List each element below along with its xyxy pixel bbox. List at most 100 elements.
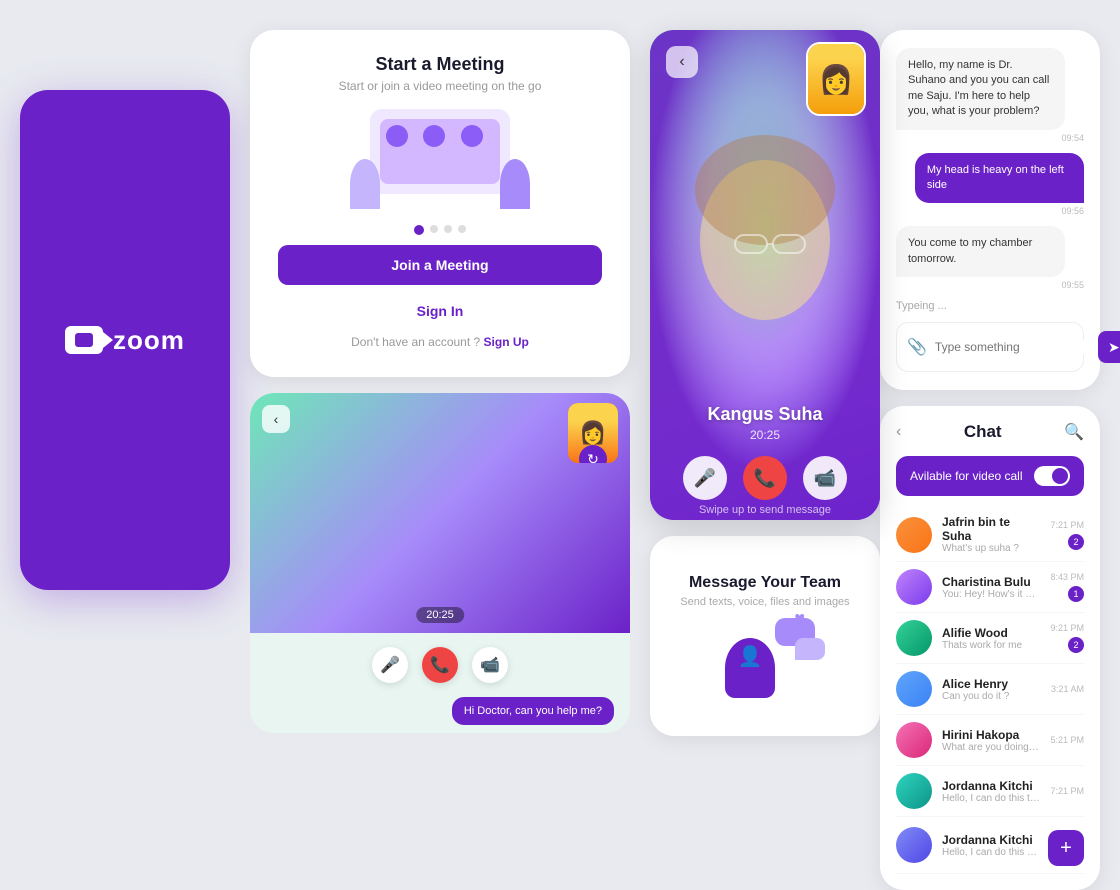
vc-end-call-btn[interactable]: 📞 bbox=[422, 647, 458, 683]
video-big-panel: ‹ 👩 Kangus Suha 20:25 🎤 📞 📹 Swipe up to … bbox=[650, 30, 880, 520]
signup-link[interactable]: Sign Up bbox=[484, 335, 529, 349]
chat-search-icon[interactable]: 🔍 bbox=[1064, 422, 1084, 442]
chat-recv-row-1: Hello, my name is Dr. Suhano and you you… bbox=[896, 48, 1084, 143]
contact-info-5: Hirini Hakopa What are you doing now ? bbox=[942, 728, 1040, 753]
contact-preview-3: Thats work for me bbox=[942, 640, 1040, 651]
video-avatar-face: 👩 bbox=[808, 44, 864, 114]
video-back-btn[interactable]: ‹ bbox=[666, 46, 698, 78]
chat-bubble-recv-1: Hello, my name is Dr. Suhano and you you… bbox=[896, 48, 1065, 130]
chat-input-row: 📎 ➤ bbox=[896, 322, 1084, 372]
meeting-illus-inner bbox=[380, 119, 500, 184]
unread-badge-3: 2 bbox=[1068, 637, 1084, 653]
v-ctrl-mute[interactable]: 🎤 bbox=[683, 456, 727, 500]
contact-preview-1: What's up suha ? bbox=[942, 543, 1040, 554]
chat-bubble-recv-2: You come to my chamber tomorrow. bbox=[896, 226, 1065, 277]
vc-timer-small: 20:25 bbox=[416, 607, 464, 623]
chat-list-title: Chat bbox=[964, 422, 1002, 442]
avatar-img-6 bbox=[896, 773, 932, 809]
chat-recv-row-2: You come to my chamber tomorrow. 09:55 bbox=[896, 226, 1084, 290]
contact-meta-2: 8:43 PM 1 bbox=[1050, 572, 1084, 602]
avatar-img-7 bbox=[896, 827, 932, 863]
msg-sent-1: Hi Doctor, can you help me? bbox=[452, 697, 614, 725]
contact-preview-2: You: Hey! How's it going ? bbox=[942, 589, 1040, 600]
contact-preview-5: What are you doing now ? bbox=[942, 742, 1040, 753]
video-avatar: 👩 bbox=[806, 42, 866, 116]
meeting-title: Start a Meeting bbox=[278, 54, 602, 75]
zoom-camera-icon bbox=[65, 326, 103, 354]
message-team-title: Message Your Team bbox=[689, 574, 841, 592]
contact-meta-1: 7:21 PM 2 bbox=[1050, 520, 1084, 550]
zoom-logo-text: zoom bbox=[113, 325, 185, 356]
message-illustration: ♥ 👤 bbox=[715, 618, 815, 698]
message-team-subtitle: Send texts, voice, files and images bbox=[680, 596, 849, 608]
contact-item-2[interactable]: Charistina Bulu You: Hey! How's it going… bbox=[896, 562, 1084, 613]
unread-badge-1: 2 bbox=[1068, 534, 1084, 550]
toggle-switch[interactable] bbox=[1034, 466, 1070, 486]
illus-person-right bbox=[500, 159, 530, 209]
contact-avatar-4 bbox=[896, 671, 932, 707]
chat-small: Hi Doctor, can you help me? Hello, my na… bbox=[250, 697, 630, 733]
avatar-img-2 bbox=[896, 569, 932, 605]
vc-mute-btn[interactable]: 🎤 bbox=[372, 647, 408, 683]
contact-avatar-6 bbox=[896, 773, 932, 809]
contact-preview-4: Can you do it ? bbox=[942, 691, 1041, 702]
video-bg-small: ‹ 👩 ↻ 20:25 bbox=[250, 393, 630, 633]
contact-item-4[interactable]: Alice Henry Can you do it ? 3:21 AM bbox=[896, 664, 1084, 715]
dot-4[interactable] bbox=[458, 225, 466, 233]
illus-face-3 bbox=[461, 125, 483, 147]
meeting-illustration bbox=[350, 109, 530, 209]
contact-item-1[interactable]: Jafrin bin te Suha What's up suha ? 7:21… bbox=[896, 508, 1084, 562]
illus-person-left bbox=[350, 159, 380, 209]
chat-input[interactable] bbox=[935, 340, 1090, 354]
contact-item-3[interactable]: Alifie Wood Thats work for me 9:21 PM 2 bbox=[896, 613, 1084, 664]
sign-in-button[interactable]: Sign In bbox=[278, 293, 602, 329]
zoom-logo: zoom bbox=[65, 325, 185, 356]
vc-camera-btn[interactable]: 📹 bbox=[472, 647, 508, 683]
contact-avatar-7 bbox=[896, 827, 932, 863]
vc-avatar-small: 👩 ↻ bbox=[568, 403, 618, 463]
contact-name-1: Jafrin bin te Suha bbox=[942, 515, 1040, 543]
meeting-illus-screen bbox=[370, 109, 510, 194]
dot-1[interactable] bbox=[414, 225, 424, 235]
chat-list-back-btn[interactable]: ‹ bbox=[896, 423, 901, 441]
chat-sent-row-1: My head is heavy on the left side 09:56 bbox=[896, 153, 1084, 217]
chat-send-btn[interactable]: ➤ bbox=[1098, 331, 1120, 363]
meeting-panel: Start a Meeting Start or join a video me… bbox=[250, 30, 630, 377]
contact-item-5[interactable]: Hirini Hakopa What are you doing now ? 5… bbox=[896, 715, 1084, 766]
contact-name-5: Hirini Hakopa bbox=[942, 728, 1040, 742]
v-ctrl-end[interactable]: 📞 bbox=[743, 456, 787, 500]
video-section: ‹ 👩 Kangus Suha 20:25 🎤 📞 📹 Swipe up to … bbox=[650, 30, 880, 736]
contact-name-3: Alifie Wood bbox=[942, 626, 1040, 640]
video-controls: 🎤 📞 📹 bbox=[650, 456, 880, 500]
contact-meta-6: 7:21 PM bbox=[1050, 786, 1084, 796]
contact-time-6: 7:21 PM bbox=[1050, 786, 1084, 796]
contact-avatar-5 bbox=[896, 722, 932, 758]
contact-item-6[interactable]: Jordanna Kitchi Hello, I can do this tas… bbox=[896, 766, 1084, 817]
zoom-camera-inner bbox=[75, 333, 93, 347]
contact-avatar-1 bbox=[896, 517, 932, 553]
join-meeting-button[interactable]: Join a Meeting bbox=[278, 245, 602, 285]
v-ctrl-camera[interactable]: 📹 bbox=[803, 456, 847, 500]
contact-meta-5: 5:21 PM bbox=[1050, 735, 1084, 745]
contact-item-7[interactable]: Jordanna Kitchi Hello, I can do this tas… bbox=[896, 817, 1084, 874]
attach-icon[interactable]: 📎 bbox=[907, 337, 927, 357]
contact-preview-7: Hello, I can do this task. bbox=[942, 847, 1038, 858]
available-toggle[interactable]: Avilable for video call bbox=[896, 456, 1084, 496]
toggle-knob bbox=[1052, 468, 1068, 484]
avatar-img-1 bbox=[896, 517, 932, 553]
dot-3[interactable] bbox=[444, 225, 452, 233]
chat-list-panel: ‹ Chat 🔍 Avilable for video call Jafrin … bbox=[880, 406, 1100, 890]
contact-name-2: Charistina Bulu bbox=[942, 575, 1040, 589]
illus-person: 👤 bbox=[725, 638, 775, 698]
vc-back-btn-small[interactable]: ‹ bbox=[262, 405, 290, 433]
add-contact-btn[interactable]: + bbox=[1048, 830, 1084, 866]
avatar-img-3 bbox=[896, 620, 932, 656]
dot-2[interactable] bbox=[430, 225, 438, 233]
contact-info-7: Jordanna Kitchi Hello, I can do this tas… bbox=[942, 833, 1038, 858]
contact-time-2: 8:43 PM bbox=[1050, 572, 1084, 582]
available-text: Avilable for video call bbox=[910, 469, 1023, 483]
middle-section: Start a Meeting Start or join a video me… bbox=[230, 30, 650, 733]
typing-indicator: Typeing ... bbox=[896, 300, 1084, 312]
contact-name-4: Alice Henry bbox=[942, 677, 1041, 691]
video-caller-name: Kangus Suha bbox=[650, 404, 880, 425]
